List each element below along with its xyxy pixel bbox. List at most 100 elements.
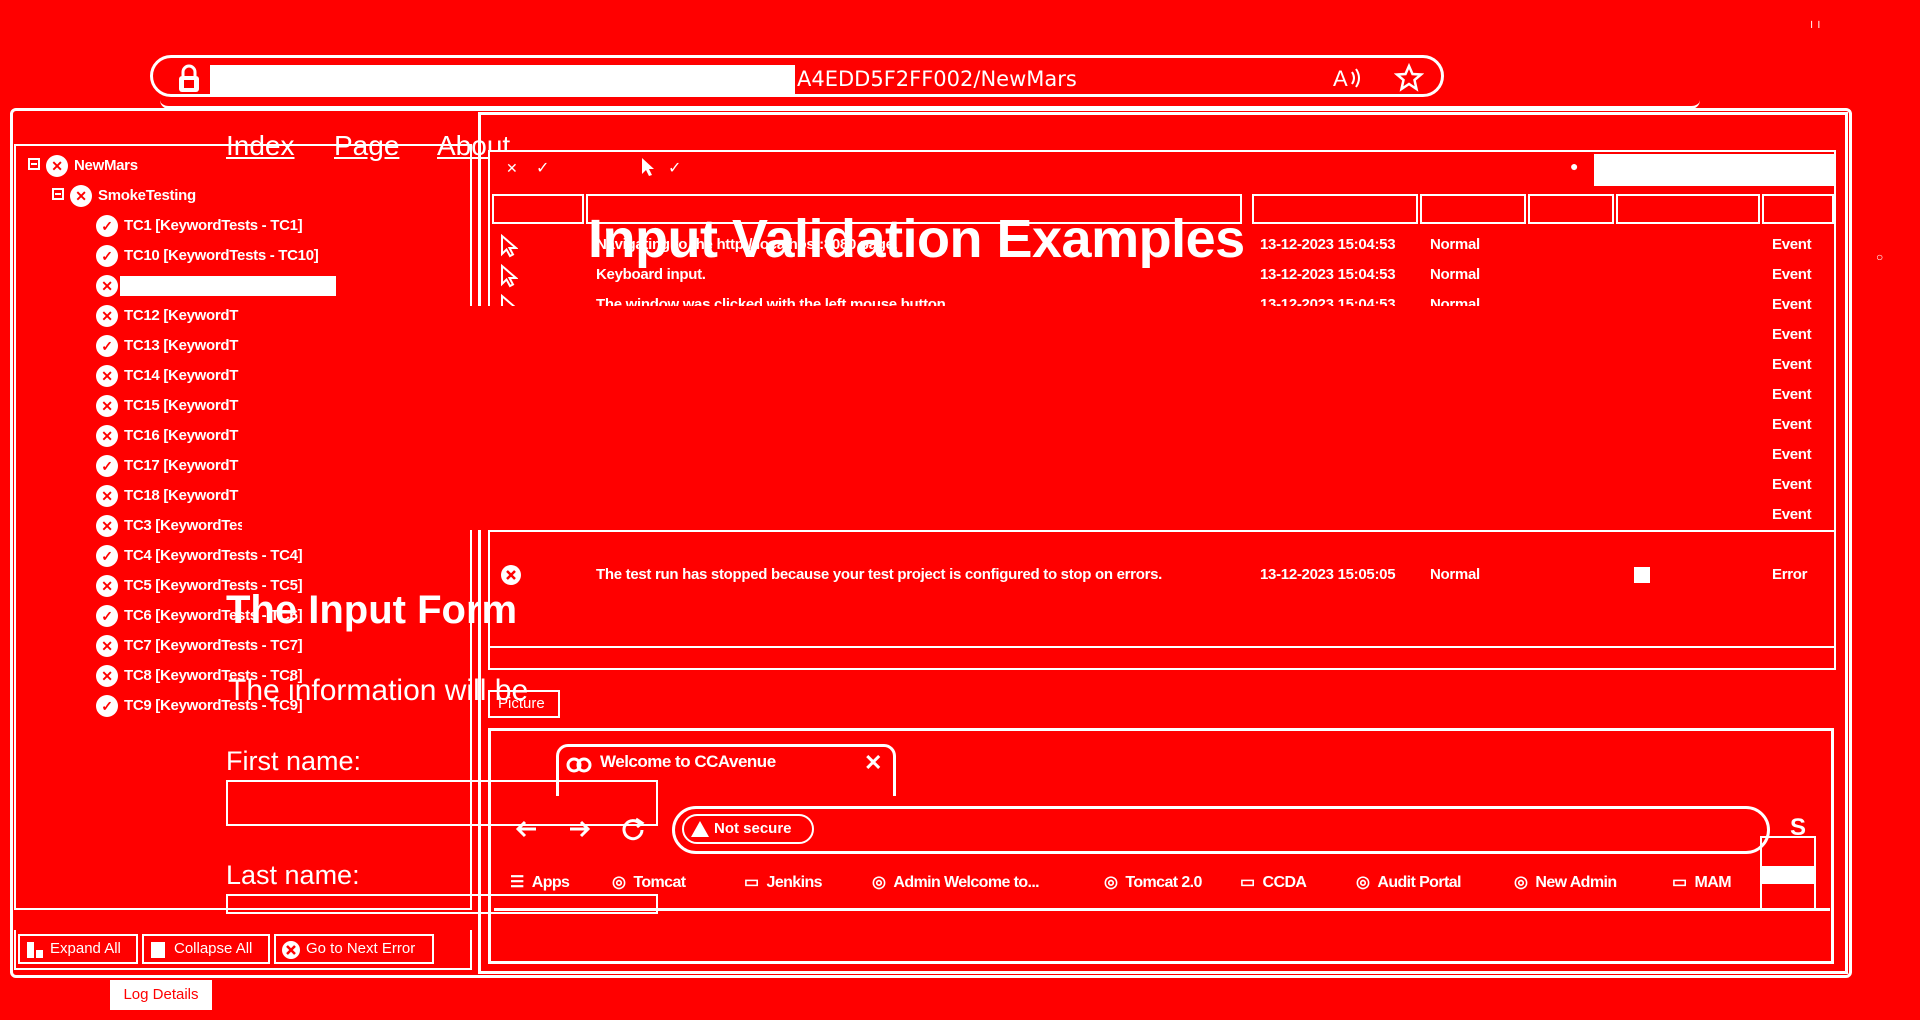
page-heading: Input Validation Examples — [588, 209, 1245, 269]
log-time: 13-12-2023 15:04:53 — [1260, 236, 1396, 253]
tree-item-test-case[interactable]: ✕ TC15 [KeywordT — [96, 394, 238, 418]
log-type: Event — [1772, 356, 1812, 373]
collapse-all-button[interactable]: Collapse All — [142, 934, 270, 964]
tree-item-label: TC13 [KeywordT — [124, 337, 239, 354]
log-time: 13-12-2023 15:05:05 — [1260, 566, 1396, 583]
tree-item-test-case[interactable]: ✓ TC10 [KeywordTests - TC10] — [96, 244, 319, 268]
log-priority: Normal — [1430, 236, 1480, 253]
go-to-next-error-label: Go to Next Error — [306, 940, 416, 957]
pass-check-icon: ✓ — [96, 545, 118, 568]
tree-item-test-case[interactable]: ✓ TC17 [KeywordT — [96, 454, 238, 478]
close-icon: ✕ — [864, 750, 883, 775]
close-small-icon[interactable]: ✕ — [506, 160, 518, 177]
collapse-all-icon — [149, 940, 169, 960]
column-header-icon[interactable] — [492, 194, 584, 224]
log-type: Event — [1772, 476, 1812, 493]
first-name-input[interactable] — [226, 780, 658, 826]
pass-check-icon: ✓ — [96, 335, 118, 358]
bookmark-item: ◎ Tomcat 2.0 — [1104, 872, 1202, 892]
log-type: Event — [1772, 506, 1812, 523]
tree-item-test-case[interactable]: ✕ TC7 [KeywordTests - TC7] — [96, 634, 303, 658]
bookmark-label: Apps — [531, 874, 570, 891]
go-to-next-error-button[interactable]: Go to Next Error — [274, 934, 434, 964]
fail-icon: ✕ — [96, 665, 118, 688]
tree-node-label: NewMars — [74, 157, 138, 174]
lock-icon[interactable] — [176, 64, 202, 94]
tree-item-test-case[interactable]: ✕ TC18 [KeywordT — [96, 484, 238, 508]
tree-item-test-case[interactable]: ✕ TC14 [KeywordT — [96, 364, 238, 388]
bookmark-item: ◎ Admin Welcome to... — [872, 872, 1040, 892]
tree-item-test-case[interactable]: ✕ TC16 [KeywordT — [96, 424, 238, 448]
fail-icon: ✕ — [96, 305, 118, 328]
expand-all-button[interactable]: Expand All — [18, 934, 138, 964]
url-text[interactable]: A4EDD5F2FF002/NewMars — [797, 64, 1077, 94]
pass-check-icon: ✓ — [96, 215, 118, 238]
bookmark-item: ☰ Apps — [510, 872, 570, 892]
bookmark-label: New Admin — [1535, 874, 1617, 891]
fail-icon: ✕ — [96, 395, 118, 418]
warning-icon — [690, 820, 710, 838]
column-header-link[interactable] — [1616, 194, 1760, 224]
error-band — [490, 530, 1834, 558]
log-message: The test run has stopped because your te… — [596, 566, 1163, 583]
log-row-error[interactable]: The test run has stopped because your te… — [492, 560, 1832, 590]
read-aloud-icon[interactable]: A — [1332, 64, 1362, 92]
tree-node-suite[interactable]: ✕ SmokeTesting — [70, 184, 196, 208]
fail-icon: ✕ — [96, 575, 118, 598]
fail-icon: ✕ — [96, 425, 118, 448]
ccavenue-logo-icon: ◎ — [1514, 874, 1528, 891]
fail-icon: ✕ — [96, 485, 118, 508]
column-header-time[interactable] — [1252, 194, 1418, 224]
not-secure-label: Not secure — [714, 820, 792, 837]
fail-icon: ✕ — [46, 155, 68, 178]
log-type: Event — [1772, 326, 1812, 343]
captured-popup-item — [1762, 866, 1814, 884]
log-type: Event — [1772, 446, 1812, 463]
folder-icon: ▭ — [744, 874, 759, 891]
error-icon — [500, 564, 522, 586]
grid-search-input[interactable] — [1594, 154, 1836, 186]
tree-item-test-case[interactable]: ✓ TC1 [KeywordTests - TC1] — [96, 214, 303, 238]
tree-item-label: TC12 [KeywordT — [124, 307, 239, 324]
log-type: Error — [1772, 566, 1808, 583]
last-name-label: Last name: — [226, 860, 360, 890]
tree-item-test-case[interactable]: ✓ TC4 [KeywordTests - TC4] — [96, 544, 303, 568]
pass-check-icon: ✓ — [96, 455, 118, 478]
ccavenue-logo-icon — [566, 756, 592, 774]
nav-link-index[interactable]: Index — [226, 130, 295, 162]
address-selection — [210, 65, 795, 95]
check-icon[interactable]: ✓ — [536, 158, 549, 178]
bookmark-label: Tomcat 2.0 — [1125, 874, 1202, 891]
selected-tree-item-highlight — [120, 276, 336, 296]
captured-address-bar — [672, 806, 1770, 854]
apps-icon: ☰ — [510, 874, 524, 891]
tree-item-label: TC18 [KeywordT — [124, 487, 239, 504]
bookmark-item: ◎ Audit Portal — [1356, 872, 1461, 892]
log-type: Event — [1772, 296, 1812, 313]
column-header-has-picture[interactable] — [1528, 194, 1614, 224]
bookmark-label: Admin Welcome to... — [893, 874, 1040, 891]
tree-collapse-suite-icon[interactable] — [52, 188, 64, 200]
tree-item-test-case[interactable]: ✓ TC13 [KeywordT — [96, 334, 238, 358]
tree-item-label: TC10 [KeywordTests - TC10] — [124, 247, 319, 264]
not-secure-badge: Not secure — [682, 814, 814, 844]
fail-icon: ✕ — [70, 185, 92, 208]
column-header-priority[interactable] — [1420, 194, 1526, 224]
bookmark-item: ◎ New Admin — [1514, 872, 1617, 892]
cursor-icon — [500, 234, 518, 258]
check-icon[interactable]: ✓ — [668, 158, 681, 178]
last-name-input[interactable] — [226, 894, 658, 914]
nav-link-page[interactable]: Page — [334, 130, 399, 162]
error-icon — [281, 940, 301, 960]
tree-item-test-case[interactable]: ✕ TC12 [KeywordT — [96, 304, 238, 328]
column-header-type[interactable] — [1762, 194, 1834, 224]
collapse-all-label: Collapse All — [174, 940, 253, 957]
tree-item-test-case[interactable]: ✕ TC3 [KeywordTes — [96, 514, 245, 538]
cursor-filter-icon[interactable] — [640, 156, 656, 178]
tomcat-icon: ◎ — [1104, 874, 1118, 891]
favorite-star-icon[interactable] — [1394, 63, 1424, 93]
tree-collapse-root-icon[interactable] — [28, 158, 40, 170]
log-details-tab[interactable]: Log Details — [110, 980, 212, 1010]
picture-indicator-icon[interactable] — [1634, 567, 1650, 583]
tree-node-root[interactable]: ✕ NewMars — [46, 154, 138, 178]
